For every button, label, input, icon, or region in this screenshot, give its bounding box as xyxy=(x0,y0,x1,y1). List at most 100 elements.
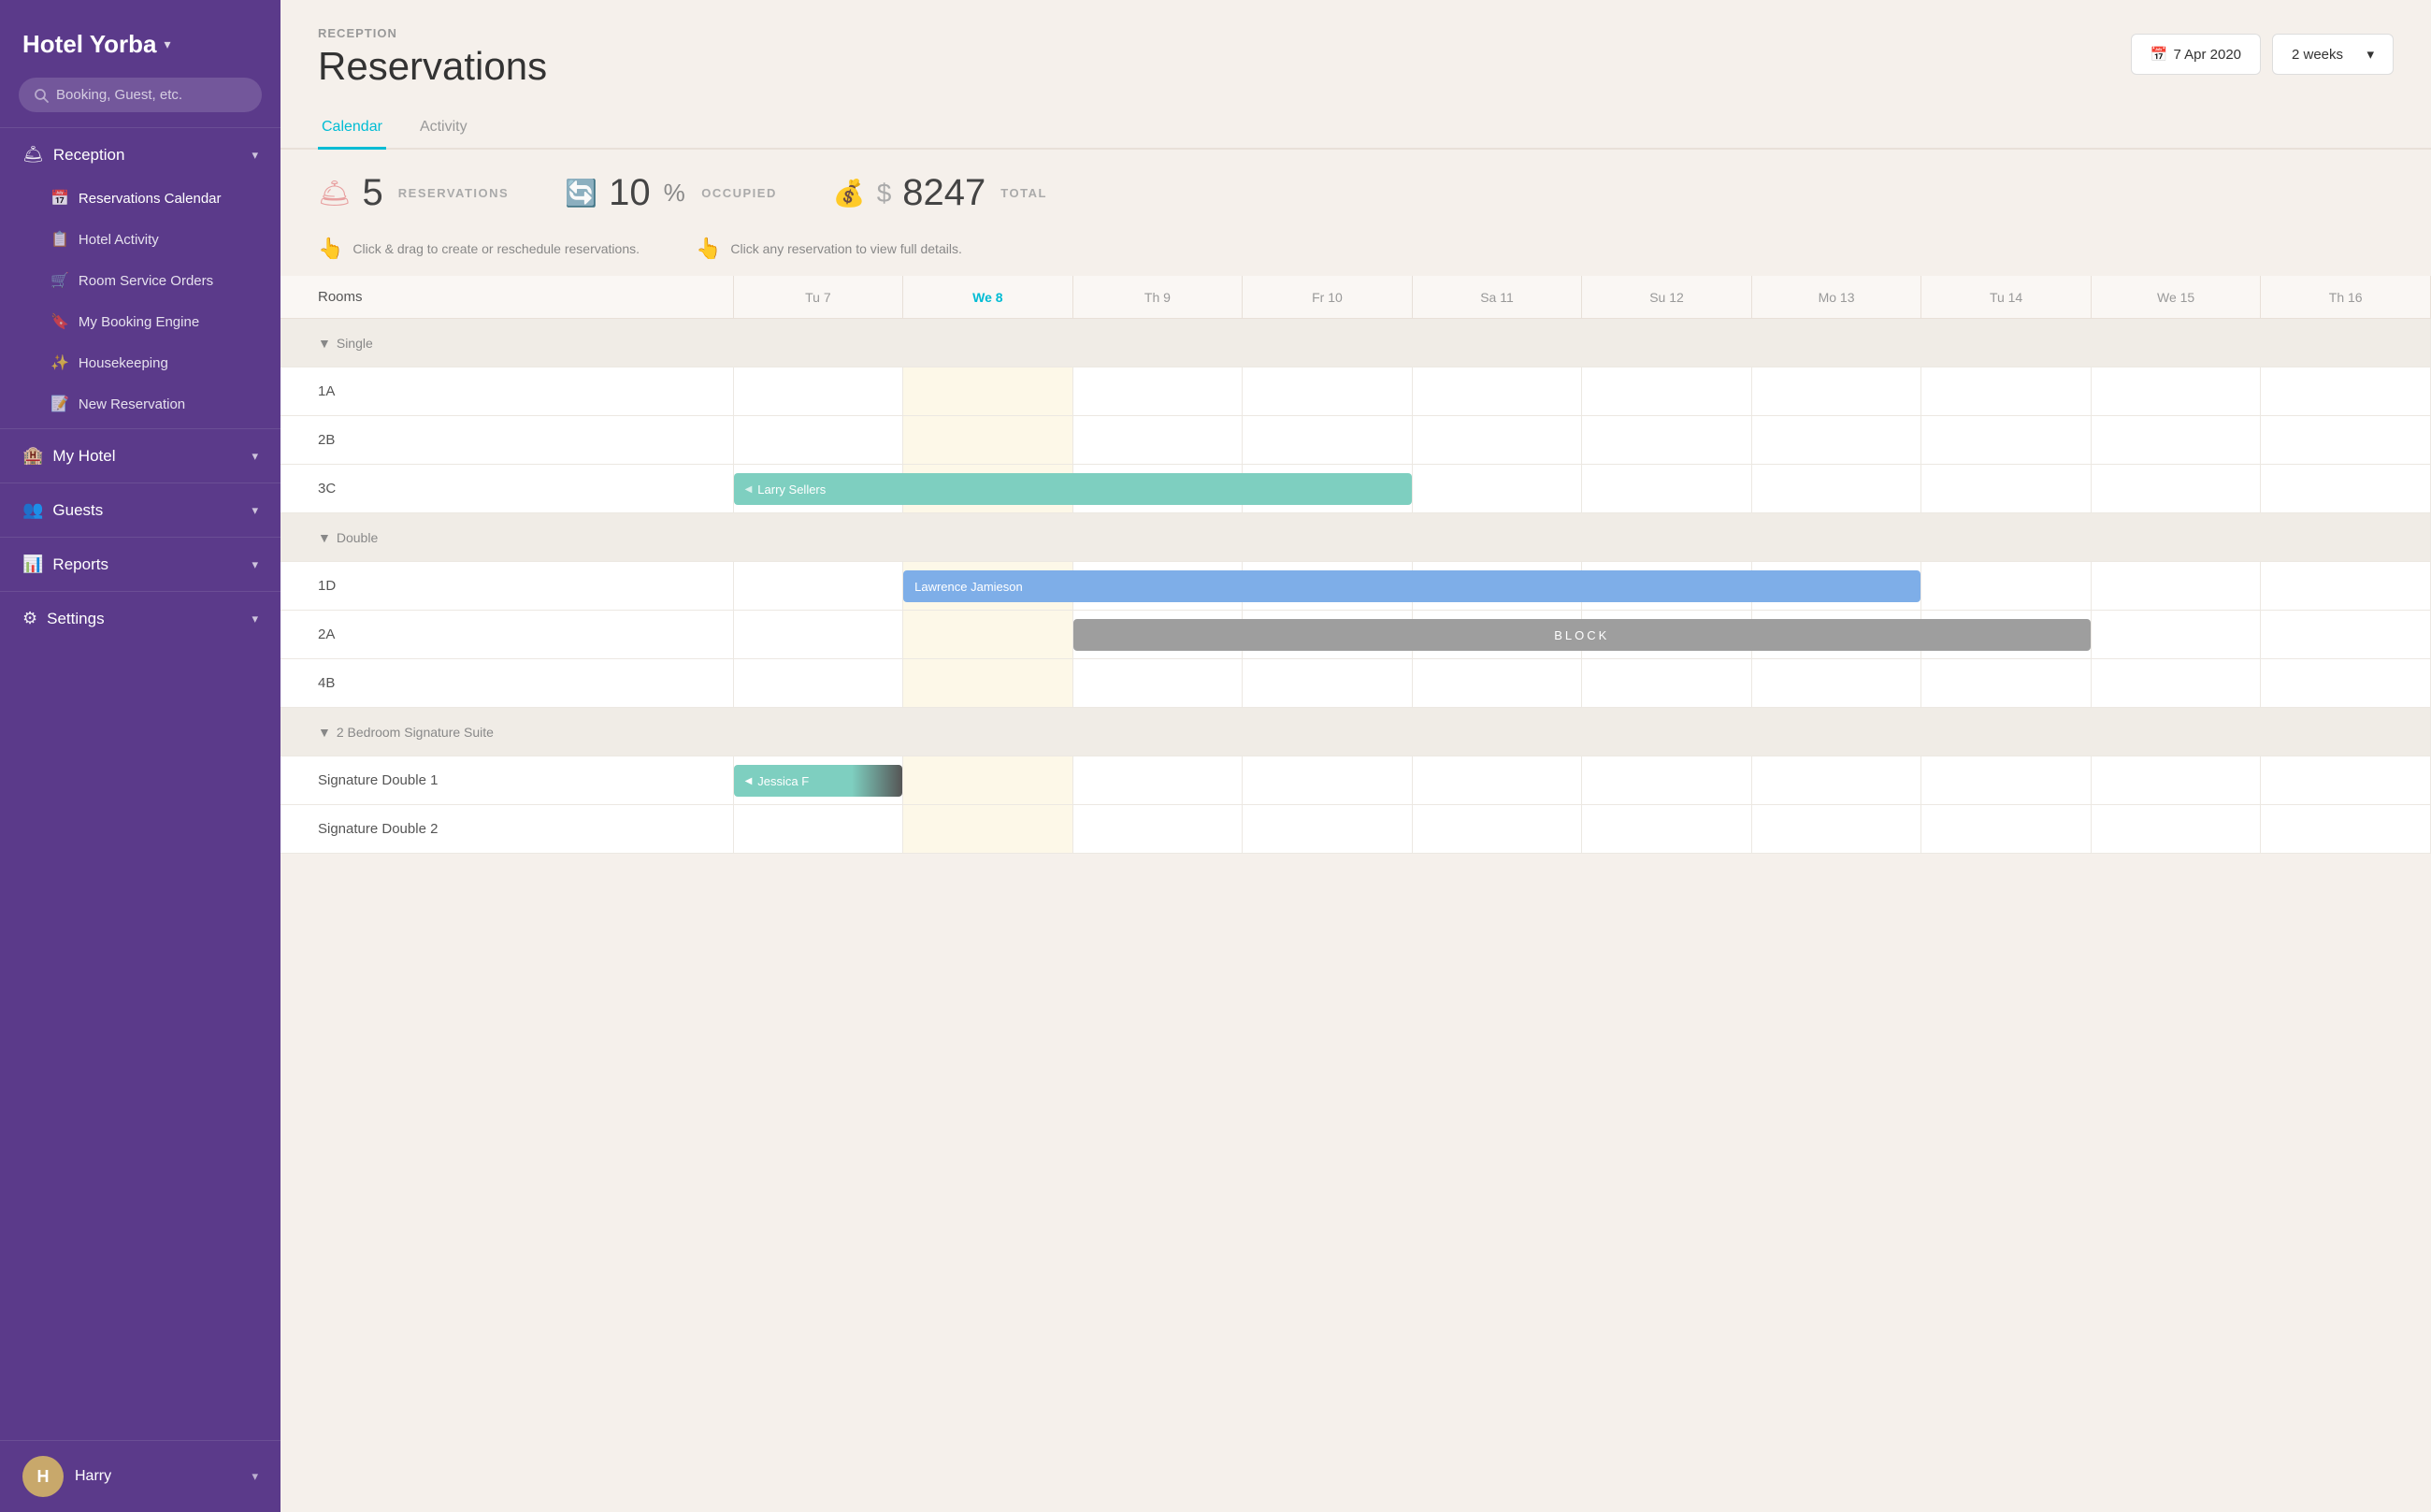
cell-sig1-su12[interactable] xyxy=(1582,756,1752,805)
table-row: 1D Lawrence Jamieson xyxy=(280,562,2431,611)
hotel-name[interactable]: Hotel Yorba xyxy=(22,30,157,59)
cell-sig2-fr10[interactable] xyxy=(1243,805,1413,854)
cell-4b-tu14[interactable] xyxy=(1921,659,2092,708)
cell-3c-tu7[interactable]: Larry Sellers xyxy=(733,465,903,513)
cell-sig2-th16[interactable] xyxy=(2261,805,2431,854)
my-hotel-chevron-icon: ▾ xyxy=(252,449,258,464)
cell-sig2-we15[interactable] xyxy=(2091,805,2261,854)
date-picker-button[interactable]: 📅 7 Apr 2020 xyxy=(2131,34,2261,75)
cell-1a-sa11[interactable] xyxy=(1412,367,1582,416)
cell-sig2-th9[interactable] xyxy=(1072,805,1243,854)
cell-4b-fr10[interactable] xyxy=(1243,659,1413,708)
day-header-mo13: Mo 13 xyxy=(1751,276,1921,319)
cell-sig1-tu14[interactable] xyxy=(1921,756,2092,805)
cell-sig1-sa11[interactable] xyxy=(1412,756,1582,805)
cell-4b-we8[interactable] xyxy=(903,659,1073,708)
reservations-count: 5 xyxy=(363,172,383,214)
cell-3c-sa11[interactable] xyxy=(1412,465,1582,513)
cell-sig2-we8[interactable] xyxy=(903,805,1073,854)
cell-2b-fr10[interactable] xyxy=(1243,416,1413,465)
tab-activity[interactable]: Activity xyxy=(416,108,471,150)
cell-2a-th16[interactable] xyxy=(2261,611,2431,659)
cell-1a-tu14[interactable] xyxy=(1921,367,2092,416)
cell-sig2-sa11[interactable] xyxy=(1412,805,1582,854)
cell-sig1-tu7[interactable]: ◀ Jessica F xyxy=(733,756,903,805)
cell-sig2-mo13[interactable] xyxy=(1751,805,1921,854)
cell-sig2-tu14[interactable] xyxy=(1921,805,2092,854)
search-bar[interactable]: Booking, Guest, etc. xyxy=(19,78,262,112)
cell-4b-we15[interactable] xyxy=(2091,659,2261,708)
cell-3c-su12[interactable] xyxy=(1582,465,1752,513)
cell-1a-we15[interactable] xyxy=(2091,367,2261,416)
cell-sig1-we8[interactable] xyxy=(903,756,1073,805)
sidebar-group-settings[interactable]: ⚙ Settings ▾ xyxy=(0,596,280,641)
cell-1a-th9[interactable] xyxy=(1072,367,1243,416)
cell-1d-we15[interactable] xyxy=(2091,562,2261,611)
cell-2b-sa11[interactable] xyxy=(1412,416,1582,465)
cell-2b-th16[interactable] xyxy=(2261,416,2431,465)
cell-2b-tu14[interactable] xyxy=(1921,416,2092,465)
user-profile[interactable]: H Harry ▾ xyxy=(0,1440,280,1512)
cell-sig1-th9[interactable] xyxy=(1072,756,1243,805)
cell-1d-tu14[interactable] xyxy=(1921,562,2092,611)
sidebar-item-hotel-activity[interactable]: 📋 Hotel Activity xyxy=(0,219,280,260)
cell-1a-tu7[interactable] xyxy=(733,367,903,416)
suite-group-collapse-icon[interactable]: ▼ xyxy=(318,725,331,740)
cell-2a-tu7[interactable] xyxy=(733,611,903,659)
period-select[interactable]: 2 weeks ▾ xyxy=(2272,34,2394,75)
cell-2b-th9[interactable] xyxy=(1072,416,1243,465)
cell-sig1-th16[interactable] xyxy=(2261,756,2431,805)
cell-3c-th16[interactable] xyxy=(2261,465,2431,513)
sidebar-item-new-reservation[interactable]: 📝 New Reservation xyxy=(0,383,280,425)
reservation-larry-sellers[interactable]: Larry Sellers xyxy=(734,473,1412,505)
cell-3c-we15[interactable] xyxy=(2091,465,2261,513)
cell-3c-tu14[interactable] xyxy=(1921,465,2092,513)
double-group-collapse-icon[interactable]: ▼ xyxy=(318,530,331,545)
cell-1d-we8[interactable]: Lawrence Jamieson xyxy=(903,562,1073,611)
sidebar-item-booking-engine[interactable]: 🔖 My Booking Engine xyxy=(0,301,280,342)
cell-1d-tu7[interactable] xyxy=(733,562,903,611)
cell-2b-tu7[interactable] xyxy=(733,416,903,465)
cell-sig2-tu7[interactable] xyxy=(733,805,903,854)
cell-4b-sa11[interactable] xyxy=(1412,659,1582,708)
cell-1a-th16[interactable] xyxy=(2261,367,2431,416)
cell-1a-we8[interactable] xyxy=(903,367,1073,416)
cell-4b-th9[interactable] xyxy=(1072,659,1243,708)
cell-4b-mo13[interactable] xyxy=(1751,659,1921,708)
single-group-collapse-icon[interactable]: ▼ xyxy=(318,336,331,351)
sidebar-item-room-service-orders[interactable]: 🛒 Room Service Orders xyxy=(0,260,280,301)
cell-1a-mo13[interactable] xyxy=(1751,367,1921,416)
calendar-container[interactable]: Rooms Tu 7 We 8 Th 9 Fr 10 Sa 11 Su 12 M… xyxy=(280,276,2431,1512)
cell-sig1-mo13[interactable] xyxy=(1751,756,1921,805)
sidebar-item-reservations-calendar[interactable]: 📅 Reservations Calendar xyxy=(0,178,280,219)
cell-2b-we8[interactable] xyxy=(903,416,1073,465)
reservation-lawrence-jamieson[interactable]: Lawrence Jamieson xyxy=(903,570,1920,602)
cell-4b-su12[interactable] xyxy=(1582,659,1752,708)
sidebar-group-my-hotel[interactable]: 🏨 My Hotel ▾ xyxy=(0,433,280,479)
cell-sig1-fr10[interactable] xyxy=(1243,756,1413,805)
cell-2a-th9[interactable]: BLOCK xyxy=(1072,611,1243,659)
reservation-block[interactable]: BLOCK xyxy=(1073,619,2091,651)
sidebar-group-guests[interactable]: 👥 Guests ▾ xyxy=(0,487,280,533)
cell-2b-su12[interactable] xyxy=(1582,416,1752,465)
cell-2b-we15[interactable] xyxy=(2091,416,2261,465)
reports-chevron-icon: ▾ xyxy=(252,557,258,572)
cell-1d-th16[interactable] xyxy=(2261,562,2431,611)
cell-2a-we8[interactable] xyxy=(903,611,1073,659)
cell-4b-th16[interactable] xyxy=(2261,659,2431,708)
cell-1a-su12[interactable] xyxy=(1582,367,1752,416)
cell-sig2-su12[interactable] xyxy=(1582,805,1752,854)
cell-2b-mo13[interactable] xyxy=(1751,416,1921,465)
cell-3c-mo13[interactable] xyxy=(1751,465,1921,513)
cell-sig1-we15[interactable] xyxy=(2091,756,2261,805)
reservation-jessica[interactable]: ◀ Jessica F xyxy=(734,765,903,797)
tab-calendar[interactable]: Calendar xyxy=(318,108,386,150)
cell-1a-fr10[interactable] xyxy=(1243,367,1413,416)
sidebar-group-reports[interactable]: 📊 Reports ▾ xyxy=(0,541,280,587)
hotel-dropdown-icon[interactable]: ▾ xyxy=(165,36,171,52)
calendar-table: Rooms Tu 7 We 8 Th 9 Fr 10 Sa 11 Su 12 M… xyxy=(280,276,2431,854)
cell-4b-tu7[interactable] xyxy=(733,659,903,708)
sidebar-item-housekeeping[interactable]: ✨ Housekeeping xyxy=(0,342,280,383)
sidebar-group-reception[interactable]: 🛎 Reception ▾ xyxy=(0,132,280,178)
cell-2a-we15[interactable] xyxy=(2091,611,2261,659)
